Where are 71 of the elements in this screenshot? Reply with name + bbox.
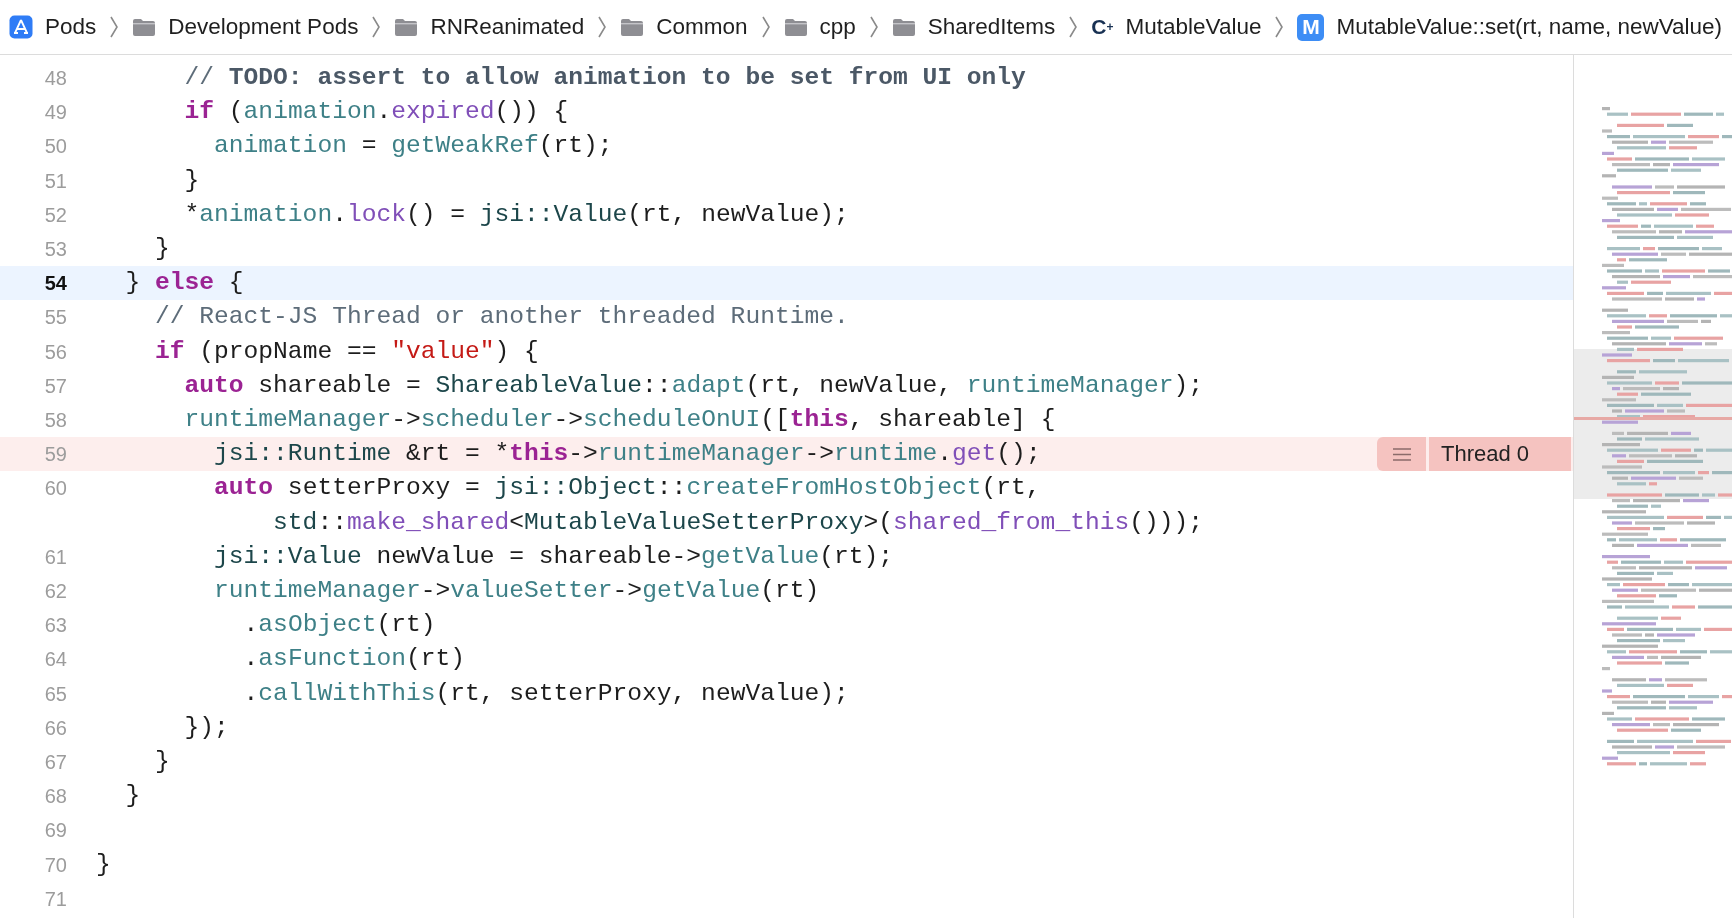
line-number: 62 [43, 579, 67, 605]
breadcrumb-item[interactable]: MutableValue [1125, 14, 1262, 40]
line-number: 70 [43, 852, 67, 878]
app-icon [9, 15, 33, 39]
code-line: auto setterProxy = jsi::Object::createFromHostObject(rt, std::make_shared<MutableValueSetterProxy>(shared_from_this())); [213, 473, 1203, 538]
line-number: 60 [43, 476, 67, 502]
chevron-icon [1068, 15, 1079, 39]
line-number: 68 [43, 784, 67, 810]
code-line: } [124, 781, 141, 812]
line-number: 61 [43, 544, 67, 570]
breadcrumb-item[interactable]: cpp [819, 14, 856, 40]
code-line: } [183, 165, 200, 196]
line-number: 66 [43, 715, 67, 741]
chevron-icon [109, 15, 120, 39]
breadcrumb-item[interactable]: MutableValue::set(rt, name, newValue) [1336, 14, 1723, 40]
line-number: 52 [43, 202, 67, 228]
code-line: if (animation.expired()) { [183, 97, 569, 128]
menu-icon [1392, 447, 1411, 461]
code-line: auto shareable = ShareableValue::adapt(rt, newValue, runtimeManager); [183, 370, 1203, 401]
code-line: // React-JS Thread or another threaded Runtime. [154, 302, 849, 333]
line-number: 64 [43, 647, 67, 673]
breadcrumb-item[interactable]: RNReanimated [430, 14, 585, 40]
breadcrumb-item[interactable]: Development Pods [168, 14, 359, 40]
code-line: } [96, 849, 111, 880]
line-number: 56 [43, 339, 67, 365]
code-line: } [154, 747, 170, 778]
line-number: 54 [43, 271, 67, 297]
line-number: 69 [43, 818, 67, 844]
code-line: .asObject(rt) [242, 610, 436, 641]
code-line: .asFunction(rt) [242, 644, 465, 675]
code-line: jsi::Value newValue = shareable->getValue(rt); [213, 541, 893, 572]
line-number: 53 [43, 237, 67, 262]
line-number: 49 [43, 100, 67, 126]
breadcrumb-item[interactable]: Common [656, 14, 748, 40]
chevron-icon [371, 15, 382, 39]
method-badge: M [1297, 13, 1325, 41]
line-number: 50 [43, 134, 67, 160]
code-line: runtimeManager->valueSetter->getValue(rt) [213, 576, 820, 607]
folder-icon [394, 17, 419, 37]
line-number: 59 [43, 442, 67, 468]
breadcrumb-item[interactable]: SharedItems [927, 14, 1056, 40]
line-number: 63 [43, 613, 67, 639]
line-number: 67 [43, 750, 67, 776]
chevron-icon [868, 15, 879, 39]
breadcrumb-item[interactable]: Pods [45, 14, 97, 40]
folder-icon [620, 17, 645, 37]
line-number: 57 [43, 373, 67, 399]
code-line: jsi::Runtime &rt = *this->runtimeManager->runtime.get(); [213, 439, 1041, 470]
line-number: 51 [43, 168, 67, 194]
line-number: 65 [43, 681, 67, 707]
line-number: 58 [43, 408, 67, 434]
chevron-icon [760, 15, 771, 39]
code-line: *animation.lock() = jsi::Value(rt, newValue); [183, 199, 849, 230]
code-line: .callWithThis(rt, setterProxy, newValue); [242, 678, 849, 709]
line-number: 48 [43, 66, 67, 91]
code-line: // TODO: assert to allow animation to be set from UI only [183, 63, 1026, 93]
folder-icon [783, 17, 808, 37]
code-line: } else { [124, 268, 244, 299]
code-line: } [154, 234, 170, 264]
code-line: runtimeManager->scheduler->scheduleOnUI([this, shareable] { [183, 405, 1056, 436]
code-line: if (propName == "value") { [154, 336, 539, 367]
folder-icon [132, 17, 157, 37]
code-line: }); [183, 712, 229, 743]
chevron-icon [1274, 15, 1285, 39]
line-number: 71 [43, 886, 67, 912]
menu-button[interactable] [1377, 437, 1426, 472]
thread-label[interactable]: Thread 0 [1429, 437, 1571, 472]
code-line: animation = getWeakRef(rt); [213, 131, 613, 162]
line-number: 55 [43, 305, 67, 331]
folder-icon [891, 17, 916, 37]
chevron-icon [597, 15, 608, 39]
